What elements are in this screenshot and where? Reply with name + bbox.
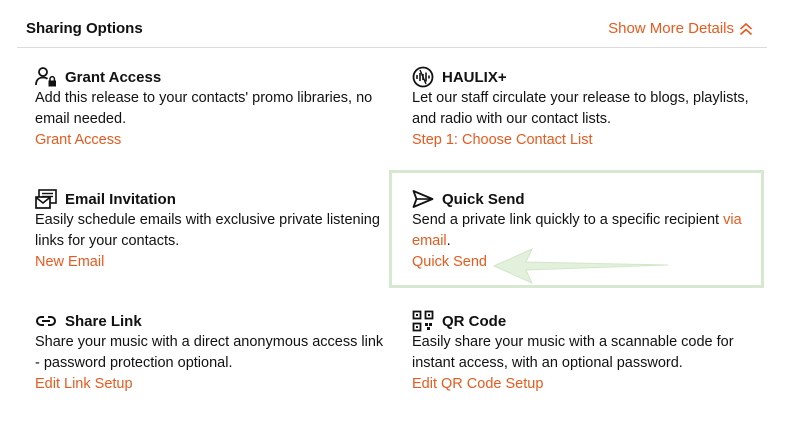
option-haulix-plus: HAULIX+ Let our staff circulate your rel…: [412, 66, 762, 151]
show-more-details-toggle[interactable]: Show More Details: [608, 20, 753, 37]
option-desc-email-invitation: Easily schedule emails with exclusive pr…: [35, 212, 380, 249]
sharing-options-panel: Sharing Options Show More Details Grant …: [0, 0, 796, 431]
user-lock-icon: [35, 67, 56, 87]
option-title-qr-code: QR Code: [442, 312, 507, 330]
option-title-grant-access: Grant Access: [65, 68, 162, 86]
option-title-email-invitation: Email Invitation: [65, 190, 176, 208]
haulix-logo-icon: [412, 66, 434, 88]
choose-contact-list-link[interactable]: Step 1: Choose Contact List: [412, 130, 593, 151]
edit-link-setup-link[interactable]: Edit Link Setup: [35, 374, 133, 395]
option-email-invitation: Email Invitation Easily schedule emails …: [35, 188, 385, 273]
panel-title: Sharing Options: [26, 20, 143, 37]
new-email-link[interactable]: New Email: [35, 252, 104, 273]
option-qr-code: QR Code Easily share your music with a s…: [412, 310, 762, 395]
panel-header: Sharing Options Show More Details: [17, 0, 767, 48]
show-more-details-label: Show More Details: [608, 20, 734, 37]
grant-access-link[interactable]: Grant Access: [35, 130, 121, 151]
option-title-haulix-plus: HAULIX+: [442, 68, 507, 86]
option-title-quick-send: Quick Send: [442, 190, 525, 208]
link-icon: [36, 316, 56, 326]
option-desc-grant-access: Add this release to your contacts' promo…: [35, 90, 373, 127]
option-grant-access: Grant Access Add this release to your co…: [35, 66, 385, 151]
quick-send-desc-text: Send a private link quickly to a specifi…: [412, 212, 724, 228]
pointer-arrow-icon: [492, 247, 669, 285]
quick-send-desc-period: .: [446, 233, 451, 249]
paper-plane-icon: [412, 190, 434, 208]
option-title-share-link: Share Link: [65, 312, 142, 330]
envelope-list-icon: [35, 189, 57, 209]
edit-qr-code-setup-link[interactable]: Edit QR Code Setup: [412, 374, 543, 395]
option-desc-haulix-plus: Let our staff circulate your release to …: [412, 90, 749, 127]
option-desc-share-link: Share your music with a direct anonymous…: [35, 334, 384, 371]
quick-send-link[interactable]: Quick Send: [412, 252, 487, 273]
option-desc-qr-code: Easily share your music with a scannable…: [412, 334, 734, 371]
double-chevron-up-icon: [739, 22, 753, 35]
qr-code-icon: [412, 310, 434, 332]
option-share-link: Share Link Share your music with a direc…: [35, 310, 385, 395]
